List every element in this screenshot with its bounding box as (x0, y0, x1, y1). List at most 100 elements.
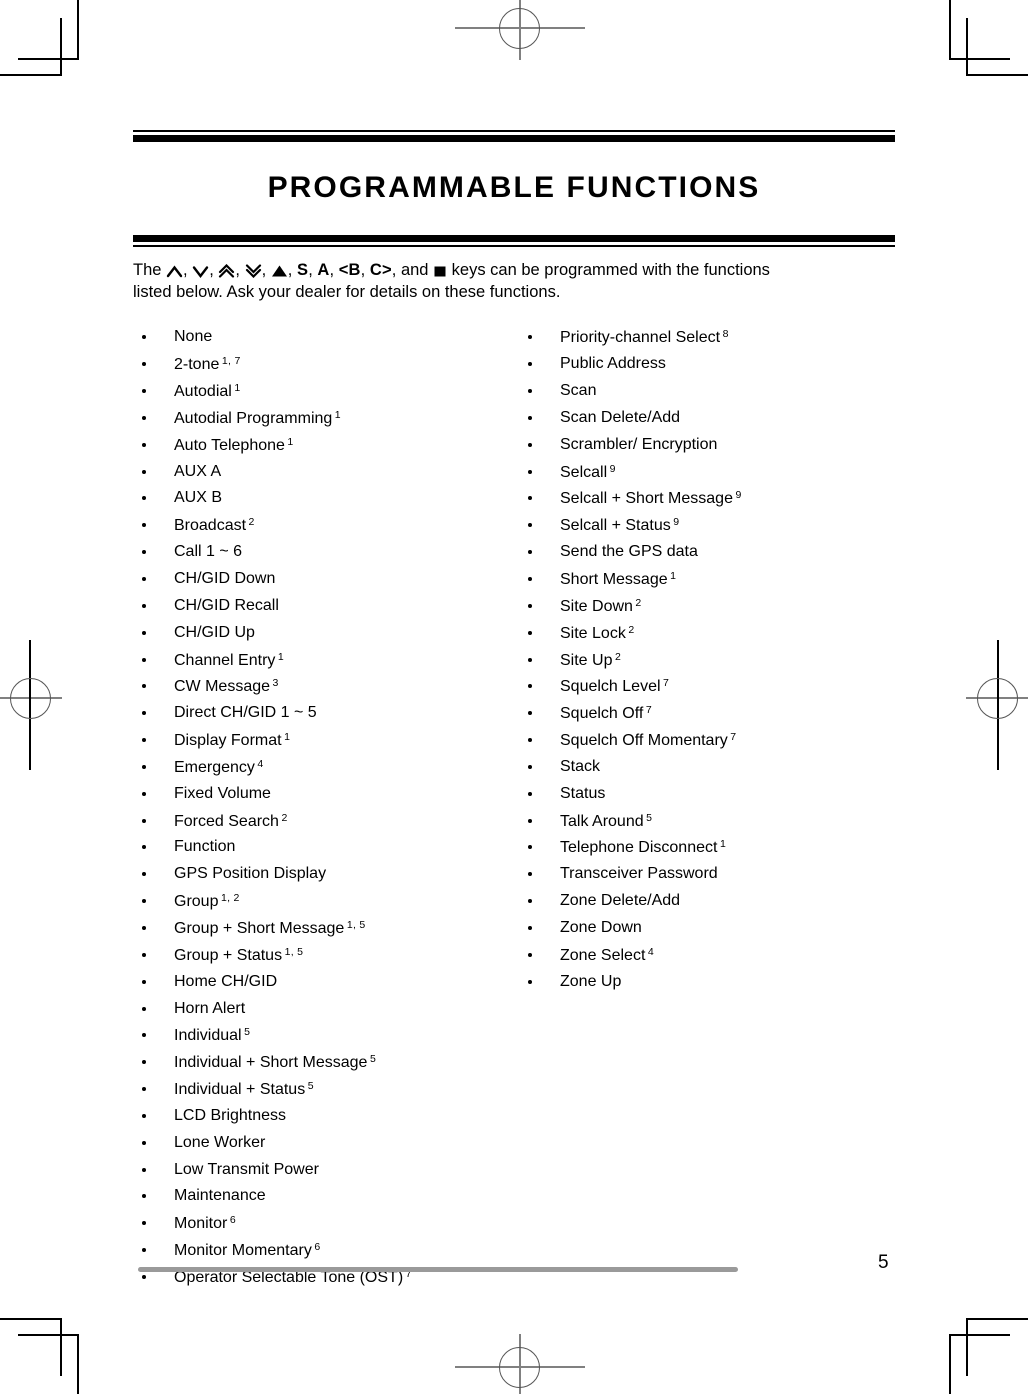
crop-mark-top-right-outer-vertical (949, 0, 951, 59)
function-label: Selcall + Short Message (560, 490, 733, 508)
bullet-icon (528, 469, 532, 474)
list-item: Selcall + Status 9 (527, 517, 895, 544)
functions-left-column: None 2-tone 1, 7 Autodial 1 Autodial Programm… (133, 329, 514, 1295)
list-item: Call 1 ~ 6 (141, 544, 514, 571)
list-item: Squelch Off Momentary 7 (527, 732, 895, 759)
list-item: Emergency 4 (141, 759, 514, 786)
list-item: Individual + Short Message 5 (141, 1054, 514, 1081)
function-label: Zone Up (560, 972, 622, 990)
function-label: Talk Around (560, 812, 644, 830)
function-label: Low Transmit Power (174, 1160, 319, 1178)
function-label: Zone Select (560, 946, 646, 964)
list-item: Direct CH/GID 1 ~ 5 (141, 705, 514, 732)
bullet-icon (528, 791, 532, 796)
crop-mark-top-left-outer-vertical (77, 0, 79, 59)
footnote-marker: 1 (287, 435, 294, 448)
function-label: Selcall + Status (560, 517, 671, 535)
function-label: Horn Alert (174, 999, 246, 1017)
list-item: Auto Telephone 1 (141, 437, 514, 464)
bullet-icon (528, 496, 532, 501)
list-item: Zone Up (527, 972, 895, 1001)
footnote-marker: 1, 5 (346, 918, 366, 931)
function-label: Autodial (174, 383, 232, 401)
list-item: AUX B (141, 490, 514, 517)
bullet-icon (142, 899, 146, 904)
bullet-icon (528, 684, 532, 689)
list-item: Maintenance (141, 1188, 514, 1215)
footnote-marker: 7 (645, 704, 652, 717)
function-label: Fixed Volume (174, 784, 271, 802)
footnote-marker: 1 (277, 650, 285, 663)
list-item: Scan (527, 383, 895, 410)
bullet-icon (528, 362, 532, 367)
bullet-icon (528, 335, 532, 340)
list-item: Autodial 1 (141, 383, 514, 410)
list-item: Telephone Disconnect 1 (527, 839, 895, 866)
footnote-marker: 7 (663, 677, 670, 690)
footer-rule (138, 1267, 738, 1272)
key-c-label: C> (369, 261, 392, 280)
bullet-icon (142, 550, 146, 555)
bullet-icon (528, 872, 532, 877)
crop-mark-bottom-right-outer-horizontal (966, 1318, 1028, 1320)
crop-mark-top-left-inner-vertical (60, 18, 62, 76)
crop-mark-bottom-right-inner-vertical (966, 1318, 968, 1376)
bullet-icon (142, 764, 146, 769)
footnote-marker: 9 (673, 516, 680, 529)
double-chevron-down-icon (245, 261, 262, 282)
list-item: Squelch Off 7 (527, 705, 895, 732)
bullet-icon (528, 845, 532, 850)
bullet-icon (142, 1060, 146, 1065)
function-label: AUX A (174, 462, 222, 480)
list-item: CH/GID Down (141, 571, 514, 598)
list-item: Lone Worker (141, 1134, 514, 1162)
bullet-icon (142, 845, 146, 850)
header-rule-bottom-thick (133, 235, 895, 243)
function-label: Display Format (174, 732, 282, 750)
intro-lead: The (133, 261, 162, 280)
registration-target-right-ring (977, 678, 1018, 719)
bullet-icon (528, 764, 532, 769)
function-label: Site Down (560, 597, 633, 615)
list-item: Forced Search 2 (141, 812, 514, 840)
list-item: Talk Around 5 (527, 812, 895, 840)
list-item: Scan Delete/Add (527, 409, 895, 437)
function-label: Monitor (174, 1215, 228, 1233)
functions-columns: None 2-tone 1, 7 Autodial 1 Autodial Programm… (133, 329, 895, 1295)
list-item: Zone Select 4 (527, 947, 895, 974)
key-a-label: A (317, 261, 330, 280)
header-rule-top-thick (133, 135, 895, 142)
function-label: Selcall (560, 463, 608, 481)
list-item: CH/GID Up (141, 624, 514, 652)
bullet-icon (142, 415, 146, 420)
bullet-icon (142, 442, 146, 447)
function-label: Squelch Off (560, 705, 644, 723)
crop-mark-top-left-inner-horizontal (18, 58, 79, 60)
crop-mark-top-right-inner-vertical (966, 18, 968, 76)
intro-line-two: listed below. Ask your dealer for detail… (133, 283, 561, 302)
footnote-marker: 5 (369, 1053, 377, 1066)
function-label: CH/GID Recall (174, 596, 279, 614)
function-label: Autodial Programming (174, 409, 333, 427)
footnote-marker: 2 (248, 516, 255, 529)
intro-comma-4: , (261, 261, 267, 280)
function-label: Emergency (174, 758, 255, 776)
list-item: Group + Short Message 1, 5 (141, 920, 514, 947)
intro-comma-6: , (308, 261, 313, 280)
crop-mark-bottom-right-inner-horizontal (949, 1334, 1010, 1336)
footnote-marker: 1 (284, 731, 291, 744)
function-label: Individual + Short Message (174, 1054, 368, 1072)
function-label: Zone Delete/Add (560, 892, 681, 910)
footnote-marker: 9 (735, 489, 742, 502)
bullet-icon (142, 952, 146, 957)
registration-target-bottom (455, 1326, 585, 1394)
intro-conjunction: , and (391, 261, 429, 280)
function-label: Individual (174, 1027, 242, 1045)
footnote-marker: 2 (614, 650, 622, 663)
list-item: Selcall + Short Message 9 (527, 490, 895, 517)
list-item: CW Message 3 (141, 678, 514, 705)
footnote-marker: 6 (229, 1214, 236, 1227)
list-item: Fixed Volume (141, 784, 514, 813)
list-item: LCD Brightness (141, 1107, 514, 1135)
function-label: Broadcast (174, 517, 247, 535)
